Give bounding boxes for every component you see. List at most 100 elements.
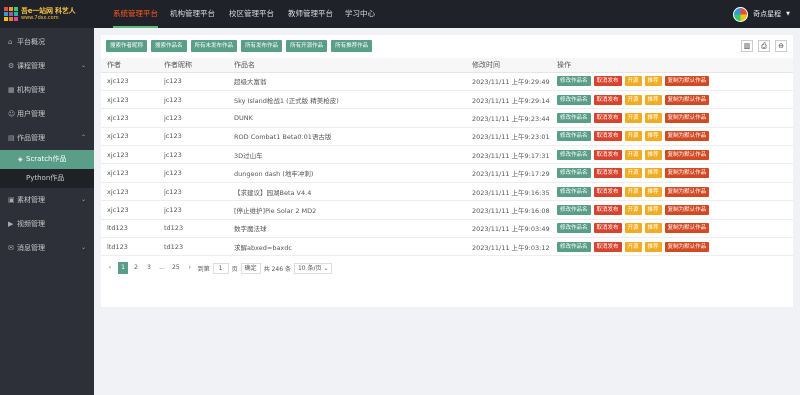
sidebar-item-message[interactable]: ✉ 消息管理 ⌄ (0, 236, 94, 260)
page-25[interactable]: 25 (170, 262, 182, 274)
unpublish-button[interactable]: 取消发布 (593, 131, 622, 142)
page-2[interactable]: 2 (131, 262, 141, 274)
rename-work-button[interactable]: 修改作品名 (557, 131, 591, 142)
unpublished-button[interactable]: 所有未发布作品 (190, 40, 238, 52)
nav-org[interactable]: 机构管理平台 (170, 0, 215, 28)
recommend-button[interactable]: 推荐 (644, 149, 662, 160)
sidebar-sub-python[interactable]: Python作品 (0, 169, 94, 188)
unpublish-button[interactable]: 取消发布 (593, 112, 622, 123)
open-source-button[interactable]: 所有开源作品 (286, 40, 328, 52)
unpublish-button[interactable]: 取消发布 (593, 149, 622, 160)
open-source-toggle-button[interactable]: 开源 (624, 94, 642, 105)
open-source-toggle-button[interactable]: 开源 (624, 241, 642, 252)
goto-page-input[interactable]: 1 (212, 262, 229, 274)
page-1[interactable]: 1 (118, 262, 128, 274)
sidebar-item-video[interactable]: ▶ 视频管理 (0, 212, 94, 236)
home-icon: ⌂ (8, 38, 13, 46)
next-page-button[interactable]: › (185, 262, 195, 274)
open-source-toggle-button[interactable]: 开源 (624, 76, 642, 87)
published-button[interactable]: 所有发布作品 (241, 40, 283, 52)
rename-work-button[interactable]: 修改作品名 (557, 112, 591, 123)
unpublish-button[interactable]: 取消发布 (593, 76, 622, 87)
copy-default-button[interactable]: 复制为默认作品 (664, 131, 710, 142)
cell-work-name: 超级大富翁 (228, 72, 466, 91)
sidebar-item-org[interactable]: ▦ 机构管理 (0, 78, 94, 102)
copy-default-button[interactable]: 复制为默认作品 (664, 94, 710, 105)
page-size-select[interactable]: 10 条/页 ⌄ (293, 262, 333, 274)
recommend-button[interactable]: 推荐 (644, 168, 662, 179)
print-icon[interactable]: ⊖ (775, 40, 787, 52)
unpublish-button[interactable]: 取消发布 (593, 204, 622, 215)
copy-default-button[interactable]: 复制为默认作品 (664, 168, 710, 179)
cell-work-name: 【求建议】园湖Beta V4.4 (228, 182, 466, 202)
nav-teacher[interactable]: 教师管理平台 (288, 0, 333, 28)
user-menu[interactable]: 奇点星程 ▼ (733, 6, 790, 22)
open-source-toggle-button[interactable]: 开源 (624, 168, 642, 179)
unpublish-button[interactable]: 取消发布 (593, 94, 622, 105)
recommend-button[interactable]: 推荐 (644, 186, 662, 197)
recommend-button[interactable]: 推荐 (644, 241, 662, 252)
nav-campus[interactable]: 校区管理平台 (229, 0, 274, 28)
cell-nickname: jc123 (158, 182, 228, 202)
nav-system[interactable]: 系统管理平台 (113, 0, 158, 28)
rename-work-button[interactable]: 修改作品名 (557, 204, 591, 215)
open-source-toggle-button[interactable]: 开源 (624, 186, 642, 197)
logo[interactable]: 吾e一站网 科艺人 www.7dsx.com (4, 5, 90, 23)
open-source-toggle-button[interactable]: 开源 (624, 131, 642, 142)
recommend-button[interactable]: 推荐 (644, 76, 662, 87)
unpublish-button[interactable]: 取消发布 (593, 223, 622, 234)
copy-default-button[interactable]: 复制为默认作品 (664, 241, 710, 252)
open-source-toggle-button[interactable]: 开源 (624, 149, 642, 160)
open-source-toggle-button[interactable]: 开源 (624, 112, 642, 123)
copy-default-button[interactable]: 复制为默认作品 (664, 112, 710, 123)
sidebar-item-material[interactable]: ▣ 素材管理 ⌄ (0, 188, 94, 212)
table-row: xjc123 jc123 DUNK 2023/11/11 上午9:23:44 修改作品名… (101, 108, 793, 128)
search-author-button[interactable]: 搜索作者昵称 (106, 40, 148, 52)
sidebar-item-course[interactable]: ⚙ 课程管理 ⌄ (0, 54, 94, 78)
nav-learning[interactable]: 学习中心 (345, 0, 375, 28)
recommend-button[interactable]: 推荐 (644, 223, 662, 234)
rename-work-button[interactable]: 修改作品名 (557, 241, 591, 252)
sidebar-item-users[interactable]: ☺ 用户管理 (0, 102, 94, 126)
unpublish-button[interactable]: 取消发布 (593, 186, 622, 197)
sidebar-sub-scratch[interactable]: ◈ Scratch作品 (0, 150, 94, 169)
rename-work-button[interactable]: 修改作品名 (557, 94, 591, 105)
table-row: xjc123 jc123 [停止维护]Pie Solar 2 MD2 2023/11/… (101, 200, 793, 220)
copy-default-button[interactable]: 复制为默认作品 (664, 76, 710, 87)
rename-work-button[interactable]: 修改作品名 (557, 149, 591, 160)
columns-icon[interactable]: ▥ (741, 40, 753, 52)
copy-default-button[interactable]: 复制为默认作品 (664, 204, 710, 215)
rename-work-button[interactable]: 修改作品名 (557, 223, 591, 234)
recommend-button[interactable]: 推荐 (644, 94, 662, 105)
goto-confirm-button[interactable]: 确定 (240, 262, 261, 274)
copy-default-button[interactable]: 复制为默认作品 (664, 223, 710, 234)
col-nickname[interactable]: 作者昵称 (158, 58, 228, 73)
row-actions: 修改作品名 取消发布 开源 推荐 复制为默认作品 (551, 108, 793, 128)
row-actions: 修改作品名 取消发布 开源 推荐 复制为默认作品 (551, 219, 793, 239)
cell-work-name: 数字魔法球 (228, 219, 466, 239)
open-source-toggle-button[interactable]: 开源 (624, 223, 642, 234)
unpublish-button[interactable]: 取消发布 (593, 168, 622, 179)
search-work-button[interactable]: 搜索作品名 (151, 40, 187, 52)
rename-work-button[interactable]: 修改作品名 (557, 186, 591, 197)
prev-page-button[interactable]: ‹ (105, 262, 115, 274)
col-author[interactable]: 作者 (101, 58, 158, 73)
recommended-button[interactable]: 所有推荐作品 (331, 40, 373, 52)
sidebar-item-overview[interactable]: ⌂ 平台概况 (0, 30, 94, 54)
rename-work-button[interactable]: 修改作品名 (557, 76, 591, 87)
unpublish-button[interactable]: 取消发布 (593, 241, 622, 252)
copy-default-button[interactable]: 复制为默认作品 (664, 186, 710, 197)
recommend-button[interactable]: 推荐 (644, 131, 662, 142)
page-3[interactable]: 3 (144, 262, 154, 274)
filter-toolbar: 搜索作者昵称 搜索作品名 所有未发布作品 所有发布作品 所有开源作品 所有推荐作… (106, 40, 373, 52)
copy-default-button[interactable]: 复制为默认作品 (664, 149, 710, 160)
col-work-name[interactable]: 作品名 (228, 58, 466, 73)
col-modified[interactable]: 修改时间 (466, 58, 551, 73)
rename-work-button[interactable]: 修改作品名 (557, 168, 591, 179)
recommend-button[interactable]: 推荐 (644, 204, 662, 215)
sidebar-item-works[interactable]: ▤ 作品管理 ⌃ (0, 126, 94, 150)
export-icon[interactable]: ⎙ (758, 40, 770, 52)
chevron-down-icon: ⌄ (80, 62, 86, 69)
open-source-toggle-button[interactable]: 开源 (624, 204, 642, 215)
recommend-button[interactable]: 推荐 (644, 112, 662, 123)
